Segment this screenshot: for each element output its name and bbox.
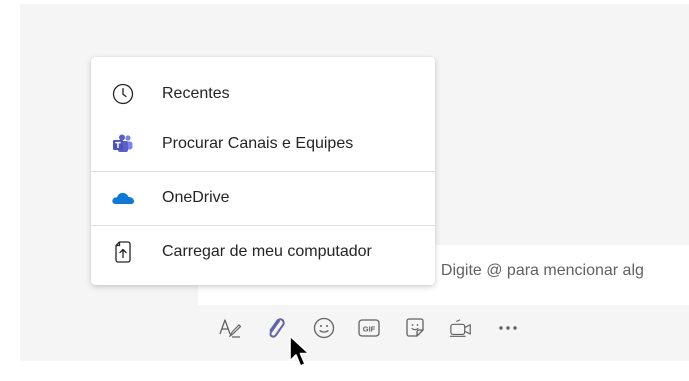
- menu-item-recentes[interactable]: Recentes: [91, 71, 435, 117]
- attach-icon[interactable]: [264, 316, 288, 340]
- menu-item-onedrive[interactable]: OneDrive: [91, 175, 435, 221]
- menu-item-label: OneDrive: [162, 189, 230, 206]
- compose-placeholder: . Digite @ para mencionar alg: [432, 262, 644, 279]
- menu-item-procurar-canais[interactable]: Procurar Canais e Equipes: [91, 121, 435, 167]
- more-icon[interactable]: [496, 316, 520, 340]
- meet-now-icon[interactable]: [449, 316, 473, 340]
- gif-icon[interactable]: GIF: [357, 316, 381, 340]
- menu-item-label: Recentes: [162, 85, 230, 102]
- menu-divider: [91, 171, 435, 172]
- menu-divider: [91, 225, 435, 226]
- menu-item-label: Carregar de meu computador: [162, 243, 372, 260]
- menu-item-label: Procurar Canais e Equipes: [162, 135, 354, 152]
- app-canvas: . Digite @ para mencionar alg Recentes P…: [0, 0, 689, 381]
- mouse-cursor-icon: [288, 334, 314, 370]
- teams-icon: [111, 132, 135, 156]
- upload-file-icon: [111, 240, 135, 264]
- attach-menu: Recentes Procurar Canais e Equipes OneDr…: [91, 57, 435, 285]
- emoji-icon[interactable]: [312, 316, 336, 340]
- menu-item-carregar[interactable]: Carregar de meu computador: [91, 229, 435, 275]
- gif-label: GIF: [363, 325, 376, 334]
- sticker-icon[interactable]: [403, 316, 427, 340]
- format-icon[interactable]: [218, 316, 242, 340]
- onedrive-icon: [111, 186, 135, 210]
- clock-icon: [111, 82, 135, 106]
